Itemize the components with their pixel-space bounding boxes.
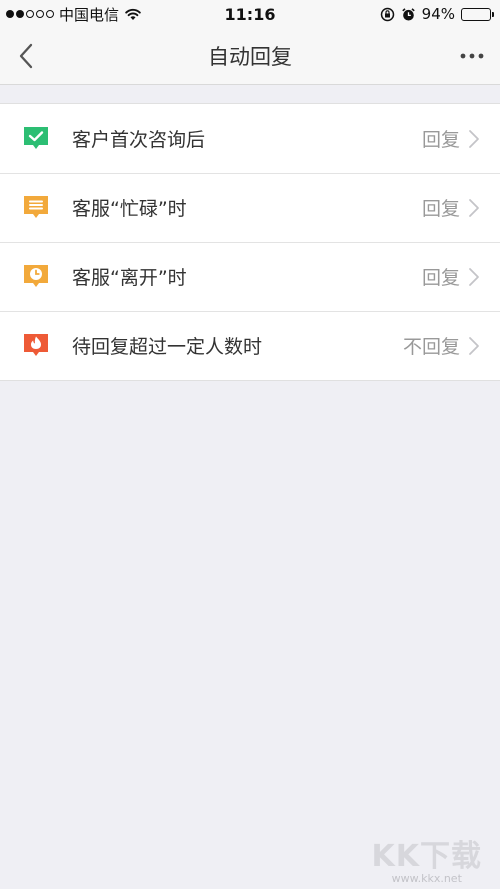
setting-value: 不回复: [402, 336, 460, 358]
setting-value: 回复: [421, 129, 460, 151]
setting-row-agent-away[interactable]: 客服“离开”时 回复: [0, 242, 500, 311]
rotation-lock-icon: [380, 7, 394, 21]
ellipsis-icon: [460, 53, 484, 59]
setting-row-first-inquiry[interactable]: 客户首次咨询后 回复: [0, 104, 500, 173]
fire-bubble-icon: [24, 334, 48, 356]
setting-row-agent-busy[interactable]: 客服“忙碌”时 回复: [0, 173, 500, 242]
navigation-bar: 自动回复: [0, 28, 500, 85]
battery-icon: [461, 7, 494, 21]
status-right: 94%: [380, 0, 494, 28]
alarm-clock-icon: [401, 7, 415, 20]
status-time: 11:16: [224, 4, 276, 24]
setting-label: 客户首次咨询后: [72, 129, 206, 151]
carrier-name: 中国电信: [59, 5, 120, 24]
chevron-right-icon: [469, 337, 479, 355]
wifi-icon: [125, 8, 141, 20]
signal-strength-icon: [6, 10, 54, 18]
setting-value: 回复: [421, 198, 460, 220]
page-title: 自动回复: [208, 45, 292, 69]
chevron-right-icon: [469, 130, 479, 148]
setting-label: 待回复超过一定人数时: [72, 336, 263, 358]
watermark-logo: KK下载: [371, 839, 482, 874]
auto-reply-settings-list: 客户首次咨询后 回复 客服“忙碌”时 回复 客服“离开”时 回复 待回复超过一定…: [0, 103, 500, 381]
status-left: 中国电信: [6, 0, 142, 28]
chevron-right-icon: [469, 268, 479, 286]
more-button[interactable]: [454, 38, 490, 74]
setting-label: 客服“忙碌”时: [72, 198, 187, 220]
watermark: KK下载 www.kkx.net: [372, 841, 483, 885]
check-bubble-icon: [24, 127, 48, 149]
watermark-url: www.kkx.net: [391, 872, 462, 885]
message-bubble-icon: [24, 196, 48, 218]
setting-label: 客服“离开”时: [72, 267, 187, 289]
screen: 中国电信 11:16 94% 自动回复 客户首次咨询后 回复 客服“忙碌”时 回…: [0, 0, 500, 889]
setting-row-queue-threshold[interactable]: 待回复超过一定人数时 不回复: [0, 311, 500, 380]
clock-bubble-icon: [24, 265, 48, 287]
chevron-right-icon: [469, 199, 479, 217]
setting-value: 回复: [421, 267, 460, 289]
status-bar: 中国电信 11:16 94%: [0, 0, 500, 28]
battery-percent: 94%: [421, 5, 455, 23]
